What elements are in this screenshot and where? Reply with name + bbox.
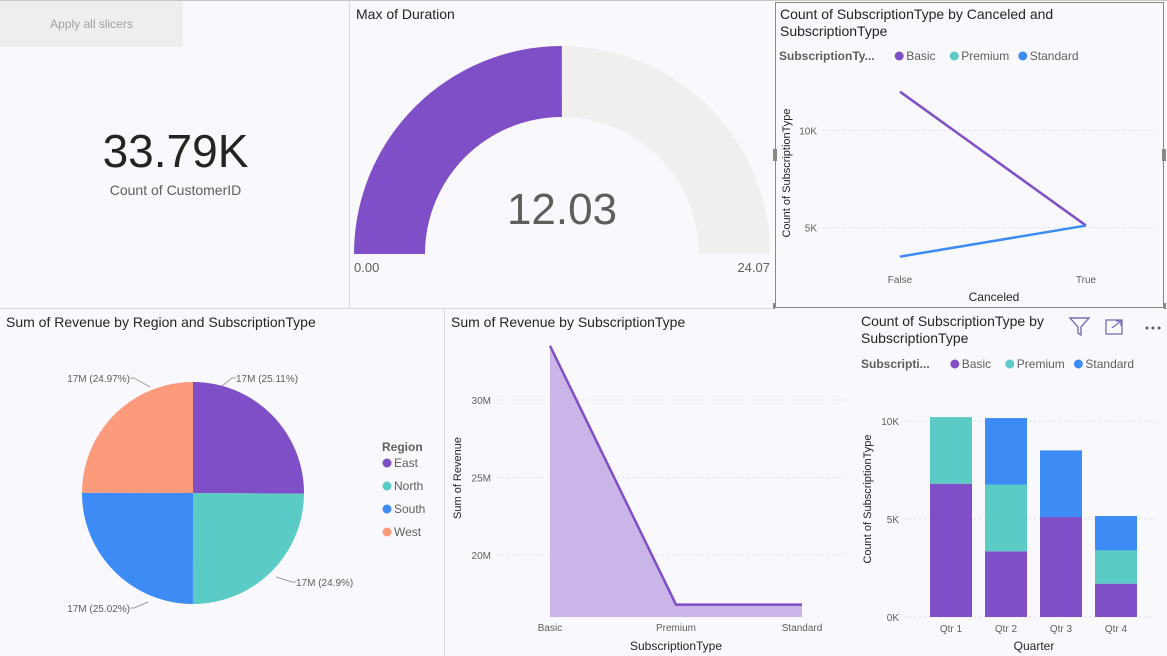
pie-slice-east[interactable] (193, 382, 305, 494)
bar-segment-basic[interactable] (1040, 517, 1082, 617)
pie-slice-west[interactable] (82, 382, 193, 493)
legend-marker-premium (1005, 359, 1015, 369)
legend-item-west[interactable]: West (394, 525, 422, 539)
bar-segment-standard[interactable] (1040, 450, 1082, 518)
y-tick-label: 10K (881, 417, 899, 428)
bar-chart-tile[interactable]: Count of SubscriptionType by Subscriptio… (858, 309, 1167, 656)
x-tick-label: Qtr 4 (1105, 624, 1128, 635)
leader-line (130, 377, 151, 388)
x-tick-label: Basic (538, 623, 562, 634)
leader-line (130, 601, 149, 609)
legend-title: Subscripti... (861, 357, 930, 371)
pie-chart: 17M (25.11%) 17M (24.9%) 17M (25.02%) 17M (… (67, 374, 425, 615)
bar-segment-basic[interactable] (985, 551, 1027, 617)
gauge-max-label: 24.07 (737, 260, 770, 275)
y-tick-label: 5K (805, 224, 818, 235)
y-axis-title: Count of SubscriptionType (781, 108, 793, 237)
x-tick-label: Qtr 2 (995, 624, 1018, 635)
apply-all-slicers-button[interactable]: Apply all slicers (0, 1, 183, 47)
bar-segment-basic[interactable] (1095, 583, 1137, 617)
bar-chart: Subscripti... Basic Premium Standard 0K 5K 10K… (861, 357, 1158, 653)
y-tick-label: 5K (887, 515, 900, 526)
pie-slice-south[interactable] (82, 492, 193, 604)
x-tick-label: Qtr 3 (1050, 624, 1073, 635)
legend-item-south[interactable]: South (394, 502, 425, 516)
area-fill[interactable] (550, 345, 802, 617)
x-tick-label: True (1076, 275, 1097, 286)
legend-item-east[interactable]: East (394, 456, 419, 470)
pie-chart-tile[interactable]: Sum of Revenue by Region and Subscriptio… (0, 309, 444, 656)
legend-marker-premium (949, 51, 959, 61)
series-line-standard[interactable] (899, 224, 1087, 258)
legend-marker-west (382, 527, 392, 537)
x-tick-label: False (888, 275, 913, 286)
y-axis-title: Sum of Revenue (452, 437, 464, 519)
legend-item-premium[interactable]: Premium (1017, 357, 1065, 371)
resize-handle-left[interactable] (773, 149, 777, 161)
line-chart: SubscriptionTy... Basic Premium Standard 5K 1… (779, 49, 1157, 304)
card-tile: Apply all slicers 33.79K Count of Custom… (0, 1, 349, 308)
y-tick-label: 25M (472, 474, 491, 485)
gauge-chart (354, 46, 770, 254)
y-axis-title: Count of SubscriptionType (862, 434, 874, 563)
bar-segment-standard[interactable] (1095, 516, 1137, 551)
legend-item-standard[interactable]: Standard (1030, 49, 1079, 63)
bar-segment-premium[interactable] (930, 417, 972, 484)
legend-title: Region (382, 440, 423, 454)
bar-segment-premium[interactable] (985, 484, 1027, 552)
y-tick-label: 0K (887, 613, 900, 624)
card-value: 33.79K (102, 125, 249, 177)
legend-item-premium[interactable]: Premium (961, 49, 1009, 63)
line-chart-tile[interactable]: Count of SubscriptionType by Canceled an… (775, 1, 1166, 309)
area-chart: 20M 25M 30M Basic Premium Standard Subscriptio… (452, 345, 845, 653)
legend-marker-basic (894, 51, 904, 61)
data-label-west: 17M (24.97%) (67, 374, 130, 385)
series-line-basic[interactable] (899, 90, 1087, 227)
bar-segment-basic[interactable] (930, 483, 972, 617)
data-label-south: 17M (25.02%) (67, 604, 130, 615)
data-label-north: 17M (24.9%) (296, 578, 353, 589)
x-tick-label: Qtr 1 (940, 624, 963, 635)
resize-handle-right[interactable] (1162, 149, 1166, 161)
legend-marker-standard (1018, 51, 1028, 61)
legend-item-basic[interactable]: Basic (906, 49, 935, 63)
y-tick-label: 30M (472, 396, 491, 407)
legend-marker-standard (1073, 359, 1083, 369)
bar-segment-standard[interactable] (985, 418, 1027, 485)
data-label-east: 17M (25.11%) (236, 374, 298, 385)
x-axis-title: SubscriptionType (630, 639, 722, 653)
legend-title: SubscriptionTy... (779, 49, 875, 63)
gauge-min-label: 0.00 (354, 260, 380, 275)
pie-slice-north[interactable] (192, 493, 304, 604)
area-chart-tile[interactable]: Sum of Revenue by SubscriptionType 20M 25… (445, 309, 858, 656)
legend-item-basic[interactable]: Basic (962, 357, 991, 371)
x-tick-label: Standard (782, 623, 823, 634)
x-axis-title: Quarter (1014, 639, 1055, 653)
gauge-tile[interactable]: Max of Duration 12.03 0.00 24.07 (350, 1, 774, 308)
x-axis-title: Canceled (969, 290, 1020, 304)
x-tick-label: Premium (656, 623, 696, 634)
gauge-value: 12.03 (506, 185, 618, 234)
card-label: Count of CustomerID (109, 182, 242, 198)
legend-marker-east (382, 458, 392, 468)
leader-line (221, 377, 236, 387)
legend-item-standard[interactable]: Standard (1085, 357, 1134, 371)
leader-line (275, 576, 296, 583)
legend-marker-basic (950, 359, 960, 369)
y-tick-label: 20M (472, 551, 491, 562)
bar-segment-premium[interactable] (1095, 550, 1137, 584)
y-tick-label: 10K (799, 127, 817, 138)
legend-marker-north (382, 481, 392, 491)
legend-item-north[interactable]: North (394, 479, 423, 493)
legend-marker-south (382, 504, 392, 514)
